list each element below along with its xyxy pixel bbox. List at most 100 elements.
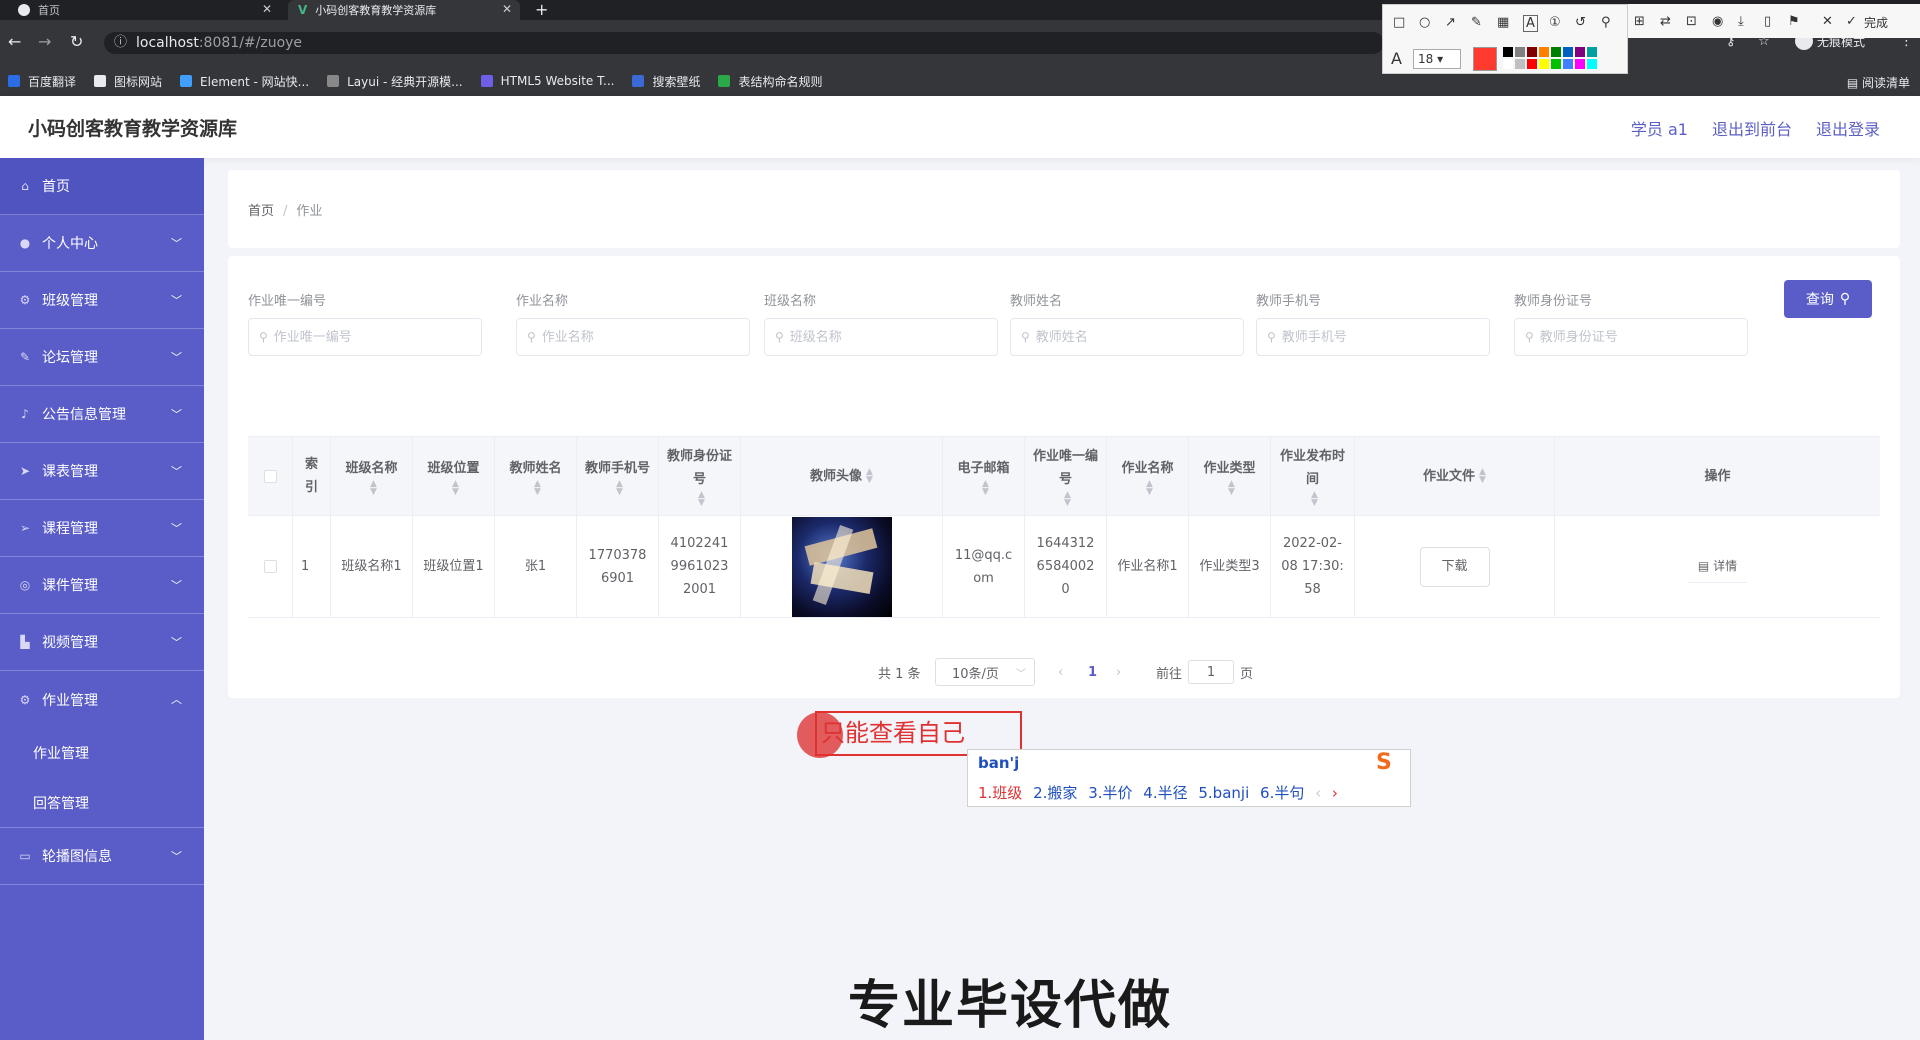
- color-swatch[interactable]: [1527, 59, 1537, 69]
- scroll-capture-icon[interactable]: ⊡: [1686, 14, 1697, 29]
- teacher-id-input-wrap[interactable]: ⚲: [1514, 318, 1748, 356]
- ime-candidate[interactable]: 6.半句: [1260, 784, 1304, 802]
- search-button[interactable]: 查询 ⚲: [1784, 280, 1872, 318]
- exit-to-front-link[interactable]: 退出到前台: [1712, 116, 1792, 140]
- sidebar-item-homework[interactable]: ⚙ 作业管理 ︿: [0, 671, 204, 728]
- col-header[interactable]: 教师手机号 ▲ ▼: [576, 437, 658, 515]
- ime-prev-icon[interactable]: ‹: [1315, 784, 1321, 802]
- arrow-icon[interactable]: ↗: [1445, 15, 1456, 30]
- sidebar-item-courseware[interactable]: ◎ 课件管理 ﹀: [0, 557, 204, 614]
- bookmark-item[interactable]: 百度翻译: [8, 73, 76, 90]
- detail-button[interactable]: ▤ 详情: [1687, 551, 1748, 583]
- forward-icon[interactable]: →: [38, 32, 51, 51]
- col-header[interactable]: 电子邮箱 ▲ ▼: [942, 437, 1024, 515]
- class-name-input-wrap[interactable]: ⚲: [764, 318, 998, 356]
- sidebar-item-carousel[interactable]: ▭ 轮播图信息 ﹀: [0, 828, 204, 885]
- color-swatch[interactable]: [1515, 59, 1525, 69]
- sidebar-item-home[interactable]: ⌂ 首页: [0, 158, 204, 215]
- current-color-swatch[interactable]: [1473, 47, 1497, 71]
- bookmark-item[interactable]: 图标网站: [94, 73, 162, 90]
- text-tool-icon[interactable]: A: [1523, 15, 1538, 32]
- browser-tab-home[interactable]: 首页 ✕: [8, 0, 280, 20]
- color-swatch[interactable]: [1563, 59, 1573, 69]
- bookmark-save-icon[interactable]: ⚑: [1788, 14, 1800, 29]
- sidebar-item-forum[interactable]: ✎ 论坛管理 ﹀: [0, 329, 204, 386]
- bookmark-item[interactable]: Element - 网站快...: [180, 73, 309, 90]
- select-all-checkbox[interactable]: [263, 469, 277, 483]
- bookmark-item[interactable]: Layui - 经典开源模...: [327, 73, 463, 90]
- color-swatch[interactable]: [1539, 47, 1549, 57]
- sort-icon[interactable]: ▲ ▼: [1146, 479, 1153, 496]
- download-icon[interactable]: ⤓: [1738, 14, 1744, 29]
- bookmark-item[interactable]: 表结构命名规则: [718, 73, 822, 90]
- prev-page-icon[interactable]: ‹: [1058, 658, 1063, 686]
- ime-candidate[interactable]: 2.搬家: [1033, 784, 1077, 802]
- homework-name-input[interactable]: [541, 329, 722, 345]
- sort-icon[interactable]: ▲ ▼: [866, 468, 873, 485]
- url-field[interactable]: ⓘ localhost:8081/#/zuoye: [104, 32, 1384, 54]
- ime-candidate[interactable]: 4.半径: [1143, 784, 1187, 802]
- next-page-icon[interactable]: ›: [1116, 658, 1121, 686]
- sort-icon[interactable]: ▲ ▼: [534, 479, 541, 496]
- col-header[interactable]: 教师头像 ▲ ▼: [740, 437, 942, 515]
- ellipse-icon[interactable]: ○: [1419, 15, 1430, 30]
- record-icon[interactable]: ◉: [1712, 14, 1723, 29]
- ocr-icon[interactable]: ⊞: [1634, 14, 1645, 29]
- col-header[interactable]: 作业唯一编号 ▲ ▼: [1024, 437, 1106, 515]
- teacher-name-input-wrap[interactable]: ⚲: [1010, 318, 1244, 356]
- col-header[interactable]: 作业类型 ▲ ▼: [1188, 437, 1270, 515]
- sort-icon[interactable]: ▲ ▼: [1228, 479, 1235, 496]
- col-header[interactable]: 教师身份证号 ▲ ▼: [658, 437, 740, 515]
- ime-next-icon[interactable]: ›: [1332, 784, 1338, 802]
- homework-id-input[interactable]: [273, 329, 454, 345]
- color-swatch[interactable]: [1527, 47, 1537, 57]
- font-size-select[interactable]: 18 ▾: [1413, 49, 1461, 69]
- sidebar-item-notice[interactable]: ♪ 公告信息管理 ﹀: [0, 386, 204, 443]
- close-tab-icon[interactable]: ✕: [502, 2, 512, 16]
- sidebar-item-class[interactable]: ⚙ 班级管理 ﹀: [0, 272, 204, 329]
- sidebar-item-profile[interactable]: ● 个人中心 ﹀: [0, 215, 204, 272]
- rectangle-icon[interactable]: □: [1393, 15, 1405, 30]
- breadcrumb-home[interactable]: 首页: [248, 204, 274, 219]
- undo-icon[interactable]: ↺: [1575, 15, 1586, 30]
- submenu-answer-manage[interactable]: 回答管理: [0, 778, 204, 828]
- teacher-name-input[interactable]: [1035, 329, 1216, 345]
- number-icon[interactable]: ①: [1549, 15, 1561, 30]
- sort-icon[interactable]: ▲ ▼: [698, 491, 705, 508]
- page-number-current[interactable]: 1: [1088, 658, 1097, 686]
- back-icon[interactable]: ←: [8, 32, 21, 51]
- goto-page-input[interactable]: 1: [1188, 660, 1235, 684]
- color-swatch[interactable]: [1587, 47, 1597, 57]
- sort-icon[interactable]: ▲ ▼: [1479, 468, 1486, 485]
- sort-icon[interactable]: ▲ ▼: [1064, 491, 1071, 508]
- sidebar-item-video[interactable]: ▙ 视频管理 ﹀: [0, 614, 204, 671]
- reading-list-button[interactable]: ▤ 阅读清单: [1847, 74, 1910, 91]
- ime-candidate[interactable]: 5.banji: [1198, 784, 1249, 802]
- sidebar-item-schedule[interactable]: ➤ 课表管理 ﹀: [0, 443, 204, 500]
- sort-icon[interactable]: ▲ ▼: [452, 479, 459, 496]
- sort-icon[interactable]: ▲ ▼: [1311, 491, 1318, 508]
- col-header[interactable]: 教师姓名 ▲ ▼: [494, 437, 576, 515]
- color-swatch[interactable]: [1515, 47, 1525, 57]
- color-swatch[interactable]: [1551, 47, 1561, 57]
- bookmark-item[interactable]: 搜索壁纸: [632, 73, 700, 90]
- col-header[interactable]: 作业名称 ▲ ▼: [1106, 437, 1188, 515]
- submenu-homework-manage[interactable]: 作业管理: [0, 728, 204, 778]
- mosaic-icon[interactable]: ▦: [1497, 15, 1509, 30]
- close-icon[interactable]: ✕: [1822, 14, 1833, 29]
- col-header[interactable]: 作业发布时间 ▲ ▼: [1270, 437, 1354, 515]
- pin-icon[interactable]: ⚲: [1601, 15, 1611, 30]
- teacher-id-input[interactable]: [1539, 329, 1720, 345]
- color-swatch[interactable]: [1503, 59, 1513, 69]
- current-user-link[interactable]: 学员 a1: [1631, 116, 1688, 140]
- pen-icon[interactable]: ✎: [1471, 15, 1482, 30]
- sidebar-item-course[interactable]: ➢ 课程管理 ﹀: [0, 500, 204, 557]
- page-size-select[interactable]: 10条/页 ﹀: [935, 658, 1035, 686]
- download-button[interactable]: 下载: [1419, 546, 1490, 587]
- color-swatch[interactable]: [1575, 59, 1585, 69]
- sort-icon[interactable]: ▲ ▼: [370, 479, 377, 496]
- teacher-phone-input-wrap[interactable]: ⚲: [1256, 318, 1490, 356]
- translate-icon[interactable]: ⇄: [1660, 14, 1671, 29]
- new-tab-icon[interactable]: +: [535, 0, 548, 20]
- sort-icon[interactable]: ▲ ▼: [616, 479, 623, 496]
